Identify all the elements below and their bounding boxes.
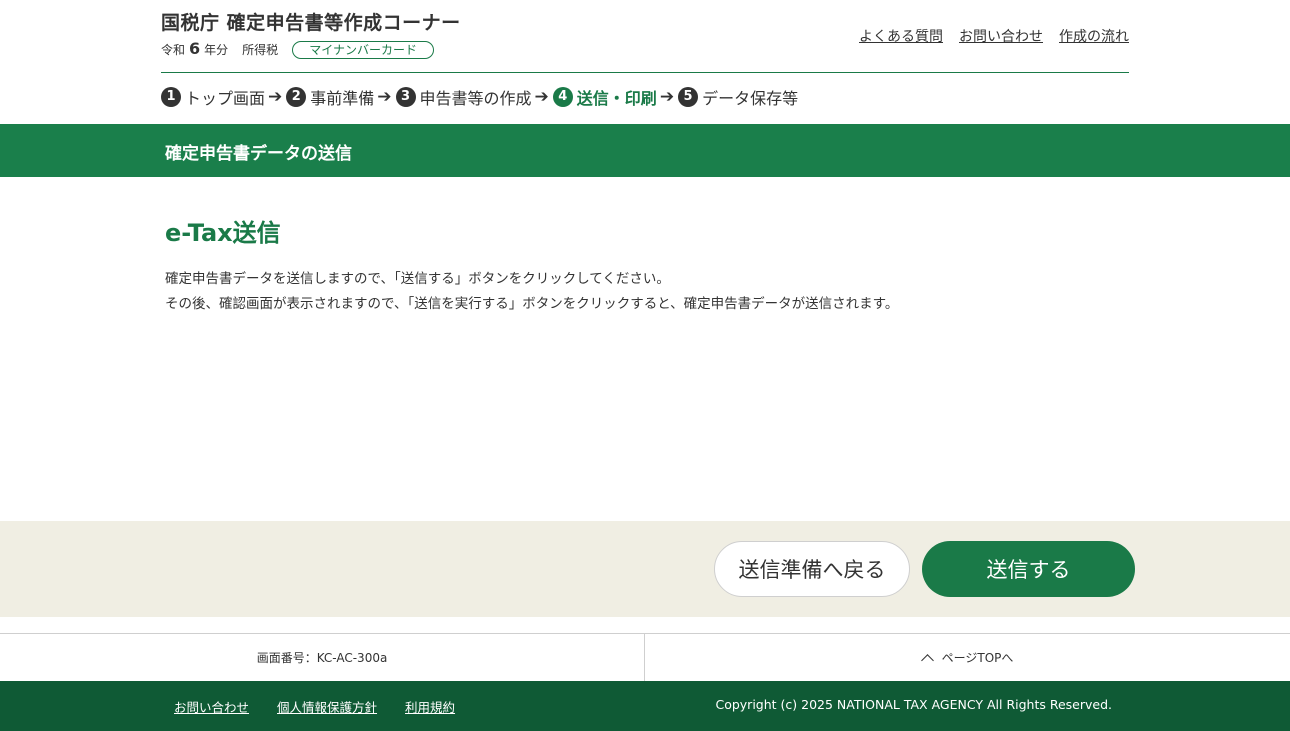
step-number: 5	[678, 87, 699, 107]
chevron-up-icon	[920, 653, 934, 667]
method-badge: マイナンバーカード	[292, 40, 434, 59]
section-title: e-Tax送信	[165, 219, 281, 247]
step-preparation: 2 事前準備	[286, 85, 374, 109]
year-number: 6	[189, 39, 201, 58]
step-label: 事前準備	[310, 89, 375, 108]
step-save: 5 データ保存等	[678, 85, 798, 109]
description: 確定申告書データを送信しますので、「送信する」ボタンをクリックしてください。 そ…	[165, 267, 898, 317]
progress-steps: 1 トップ画面 ➔ 2 事前準備 ➔ 3 申告書等の作成 ➔ 4 送信・印刷 ➔…	[161, 85, 798, 109]
faq-link[interactable]: よくある質問	[859, 26, 943, 46]
step-top: 1 トップ画面	[161, 85, 265, 109]
year-info: 令和 6 年分 所得税 マイナンバーカード	[161, 39, 434, 59]
footer-contact-link[interactable]: お問い合わせ	[174, 697, 249, 716]
arrow-right-icon: ➔	[377, 87, 392, 107]
privacy-policy-link[interactable]: 個人情報保護方針	[277, 697, 377, 716]
header-links: よくある質問 お問い合わせ 作成の流れ	[859, 26, 1129, 46]
description-line: その後、確認画面が表示されますので、「送信を実行する」ボタンをクリックすると、確…	[165, 296, 899, 312]
step-label: トップ画面	[185, 89, 266, 108]
site-title: 国税庁 確定申告書等作成コーナー	[161, 12, 461, 34]
step-number: 1	[161, 87, 181, 107]
arrow-right-icon: ➔	[534, 87, 549, 107]
step-number: 3	[395, 87, 416, 107]
info-row: 画面番号：KC-AC-300a ページTOPへ	[0, 633, 1290, 681]
site-footer: お問い合わせ 個人情報保護方針 利用規約 Copyright (c) 2025 …	[0, 681, 1290, 731]
screen-id: 画面番号：KC-AC-300a	[0, 634, 645, 681]
tax-type: 所得税	[242, 43, 279, 57]
year-suffix: 年分	[204, 43, 229, 57]
step-label: 申告書等の作成	[419, 89, 532, 108]
page-title-band: 確定申告書データの送信	[0, 124, 1290, 177]
step-label: データ保存等	[702, 89, 799, 108]
page-title: 確定申告書データの送信	[165, 144, 352, 164]
contact-link[interactable]: お問い合わせ	[959, 26, 1043, 46]
year-prefix: 令和	[161, 43, 186, 57]
site-header: 国税庁 確定申告書等作成コーナー 令和 6 年分 所得税 マイナンバーカード よ…	[161, 0, 1129, 73]
flow-link[interactable]: 作成の流れ	[1059, 26, 1129, 46]
page-top-link[interactable]: ページTOPへ	[646, 634, 1290, 681]
copyright: Copyright (c) 2025 NATIONAL TAX AGENCY A…	[715, 697, 1112, 712]
back-button[interactable]: 送信準備へ戻る	[714, 541, 910, 597]
terms-link[interactable]: 利用規約	[405, 697, 455, 716]
step-label: 送信・印刷	[576, 89, 657, 108]
page-top-label: ページTOPへ	[941, 651, 1014, 665]
send-button[interactable]: 送信する	[922, 541, 1135, 597]
action-bar: 送信準備へ戻る 送信する	[0, 521, 1290, 617]
arrow-right-icon: ➔	[659, 87, 675, 107]
step-number: 2	[286, 87, 307, 107]
step-send-print: 4 送信・印刷	[552, 85, 657, 109]
arrow-right-icon: ➔	[268, 87, 283, 107]
step-create: 3 申告書等の作成	[395, 85, 532, 109]
description-line: 確定申告書データを送信しますので、「送信する」ボタンをクリックしてください。	[165, 271, 670, 287]
footer-links: お問い合わせ 個人情報保護方針 利用規約	[174, 697, 455, 716]
step-number: 4	[552, 87, 573, 107]
